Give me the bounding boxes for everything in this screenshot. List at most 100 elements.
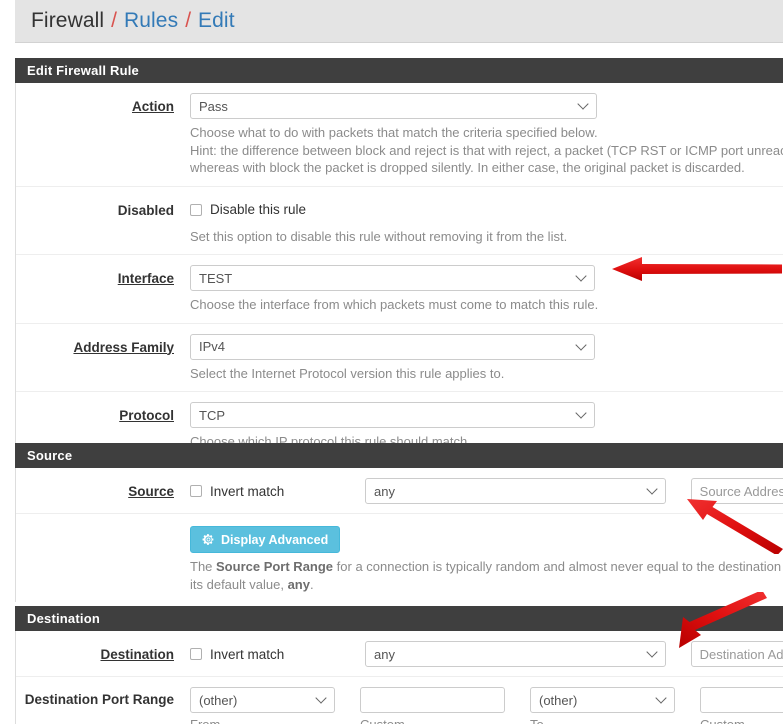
port-from-custom-input[interactable] [360,687,505,713]
action-select-value: Pass [199,98,228,114]
source-help-line2-pre: its default value, [190,576,288,592]
label-source: Source [16,478,190,499]
display-advanced-button[interactable]: Display Advanced [190,526,341,553]
breadcrumb-separator-1: / [111,9,117,32]
source-help-bold-port-range: Source Port Range [216,559,334,574]
source-invert-label: Invert match [210,483,285,499]
disabled-help: Set this option to disable this rule wit… [190,228,568,244]
port-to-custom-caption: Custom [700,717,783,724]
form-row-source: Source Invert match any Source Address [16,468,783,514]
breadcrumb-separator-2: / [185,9,192,32]
form-row-destination: Destination Invert match any Destination… [16,631,783,677]
label-action: Action [16,93,190,114]
label-source-advanced-spacer [16,526,190,532]
source-advanced-help-line-2: its default value, any. [190,576,783,594]
destination-address-input[interactable]: Destination Address [690,641,783,667]
breadcrumb-link-edit[interactable]: Edit [198,9,235,33]
panel-body-edit-firewall-rule: Action Pass Choose what to do with packe… [15,83,783,460]
port-to-value: (other) [539,692,578,708]
source-help-mid: for a connection is typically random and… [336,559,783,574]
panel-header-source: Source [15,443,783,468]
port-from-select[interactable]: (other) [190,687,335,713]
control-source: Invert match any Source Address [190,478,783,504]
label-source-text: Source [128,484,174,499]
address-family-select-value: IPv4 [199,339,226,354]
port-range-row: (other) From Custom (othe [190,687,783,724]
port-to-column: (other) To [530,687,675,724]
panel-header-destination: Destination [15,606,783,631]
port-to-custom-column: Custom [700,687,783,724]
address-family-select[interactable]: IPv4 [190,333,595,360]
protocol-select[interactable]: TCP [190,402,595,428]
source-address-placeholder: Source Address [699,483,783,499]
panel-source: Source Source Invert match any Source Ad… [15,443,783,602]
source-address-input[interactable]: Source Address [690,478,783,504]
display-advanced-label: Display Advanced [221,532,329,547]
port-from-custom-caption: Custom [360,717,505,724]
form-row-source-advanced: Display Advanced The Source Port Range f… [16,514,783,602]
destination-invert-checkbox[interactable] [190,648,202,660]
breadcrumb-link-rules[interactable]: Rules [124,9,178,33]
source-type-value: any [374,483,395,499]
panel-destination: Destination Destination Invert match any [15,606,783,724]
action-help-line-3: whereas with block the packet is dropped… [190,160,745,175]
label-destination: Destination [16,641,190,662]
source-type-select[interactable]: any [365,478,666,504]
form-row-address-family: Address Family IPv4 Select the Internet … [16,324,783,392]
destination-type-value: any [374,646,395,662]
source-help-bold-any: any [287,576,310,592]
destination-invert-checkbox-wrap[interactable]: Invert match [190,641,365,667]
gear-icon [202,534,214,545]
control-source-advanced: Display Advanced The Source Port Range f… [190,526,783,593]
port-from-custom-column: Custom [360,687,505,724]
destination-invert-label: Invert match [210,646,285,662]
action-help-line-2: Hint: the difference between block and r… [190,142,783,158]
destination-inline-row: Invert match any Destination Address [190,641,783,667]
panel-body-source: Source Invert match any Source Address D… [15,468,783,602]
source-advanced-help-line-1: The Source Port Range for a connection i… [190,558,783,576]
interface-select-value: TEST [199,270,233,286]
port-from-column: (other) From [190,687,335,724]
action-help-line-1: Choose what to do with packets that matc… [190,125,598,140]
breadcrumb-root: Firewall [31,9,105,32]
source-help-line2-post: . [309,576,314,592]
label-destination-text: Destination [100,647,174,662]
control-destination: Invert match any Destination Address [190,641,783,667]
disable-rule-checkbox-wrap[interactable]: Disable this rule [190,197,783,223]
destination-address-placeholder: Destination Address [699,646,783,662]
destination-type-select[interactable]: any [365,641,666,667]
control-action: Pass Choose what to do with packets that… [190,93,783,177]
port-from-caption: From [190,717,335,724]
control-address-family: IPv4 Select the Internet Protocol versio… [190,333,783,383]
port-to-select[interactable]: (other) [530,687,675,713]
label-address-family: Address Family [16,334,190,355]
form-row-interface: Interface TEST Choose the interface from… [16,255,783,324]
source-help-pre: The [190,559,217,574]
breadcrumb: Firewall / Rules / Edit [15,0,783,43]
form-row-disabled: Disabled Disable this rule Set this opti… [16,187,783,255]
source-invert-checkbox[interactable] [190,485,202,497]
page-viewport: Firewall / Rules / Edit Edit Firewall Ru… [0,0,783,724]
label-interface: Interface [16,265,190,286]
port-from-value: (other) [199,692,238,708]
action-select[interactable]: Pass [190,93,597,119]
port-to-caption: To [530,717,675,724]
interface-select[interactable]: TEST [190,265,595,291]
label-address-family-text: Address Family [73,339,174,355]
disable-rule-checkbox[interactable] [190,203,202,216]
form-row-destination-port-range: Destination Port Range (other) From [16,677,783,724]
label-destination-port-range: Destination Port Range [24,692,174,707]
address-family-help: Select the Internet Protocol version thi… [190,365,505,381]
label-protocol-text: Protocol [119,408,174,423]
panel-edit-firewall-rule: Edit Firewall Rule Action Pass Choose wh… [15,58,783,460]
panel-header-edit-firewall-rule: Edit Firewall Rule [15,58,783,83]
label-interface-text: Interface [117,271,174,286]
control-disabled: Disable this rule Set this option to dis… [190,197,783,246]
source-invert-checkbox-wrap[interactable]: Invert match [190,478,365,504]
form-row-action: Action Pass Choose what to do with packe… [16,83,783,187]
label-disabled: Disabled [117,202,174,218]
protocol-select-value: TCP [199,407,225,423]
disable-rule-label: Disable this rule [210,202,307,217]
control-interface: TEST Choose the interface from which pac… [190,265,783,314]
port-to-custom-input[interactable] [700,687,783,713]
